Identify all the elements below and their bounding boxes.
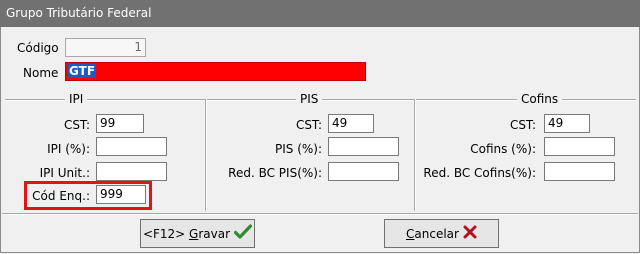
- pis-redbc-label: Red. BC PIS(%):: [228, 166, 322, 180]
- cofins-cst-label: CST:: [509, 118, 536, 132]
- cofins-redbc-field[interactable]: [544, 162, 615, 181]
- nome-label: Nome: [23, 66, 59, 80]
- window-title: Grupo Tributário Federal: [6, 6, 152, 20]
- ipi-pct-field[interactable]: [96, 137, 167, 156]
- codigo-field[interactable]: 1: [65, 38, 146, 57]
- button-bar-separator: [2, 213, 638, 215]
- check-icon: [233, 224, 253, 243]
- ipi-unit-field[interactable]: [96, 162, 167, 181]
- cofins-cst-field[interactable]: 49: [544, 114, 590, 133]
- cofins-group-title: Cofins: [517, 92, 563, 106]
- pis-pct-label: PIS (%):: [274, 142, 322, 156]
- ipi-enq-field[interactable]: 999: [96, 185, 146, 204]
- group-separator-ipi-pis: [205, 99, 207, 211]
- ipi-unit-label: IPI Unit.:: [39, 166, 90, 180]
- cofins-pct-label: Cofins (%):: [470, 142, 536, 156]
- pis-redbc-field[interactable]: [328, 162, 399, 181]
- pis-cst-field[interactable]: 49: [328, 114, 374, 133]
- cancelar-button[interactable]: Cancelar: [384, 219, 499, 248]
- codigo-label: Código: [17, 41, 59, 55]
- ipi-cst-label: CST:: [63, 118, 90, 132]
- cofins-redbc-label: Red. BC Cofins(%):: [423, 166, 536, 180]
- pis-cst-label: CST:: [295, 118, 322, 132]
- ipi-enq-label: Cód Enq.:: [32, 189, 90, 203]
- close-icon: [463, 225, 477, 242]
- window-title-bar[interactable]: Grupo Tributário Federal: [0, 0, 640, 27]
- group-separator-pis-cofins: [414, 99, 416, 211]
- nome-field[interactable]: GTF: [65, 62, 366, 81]
- ipi-pct-label: IPI (%):: [47, 142, 90, 156]
- pis-group-title: PIS: [296, 92, 323, 106]
- cancelar-button-label: Cancelar: [406, 226, 459, 241]
- ipi-cst-field[interactable]: 99: [96, 114, 144, 133]
- nome-field-selected-text: GTF: [68, 64, 97, 78]
- gravar-button[interactable]: <F12> Gravar: [140, 219, 255, 248]
- ipi-group-title: IPI: [65, 92, 88, 106]
- cofins-pct-field[interactable]: [544, 137, 615, 156]
- pis-pct-field[interactable]: [328, 137, 399, 156]
- gravar-button-label: <F12> Gravar: [142, 226, 231, 241]
